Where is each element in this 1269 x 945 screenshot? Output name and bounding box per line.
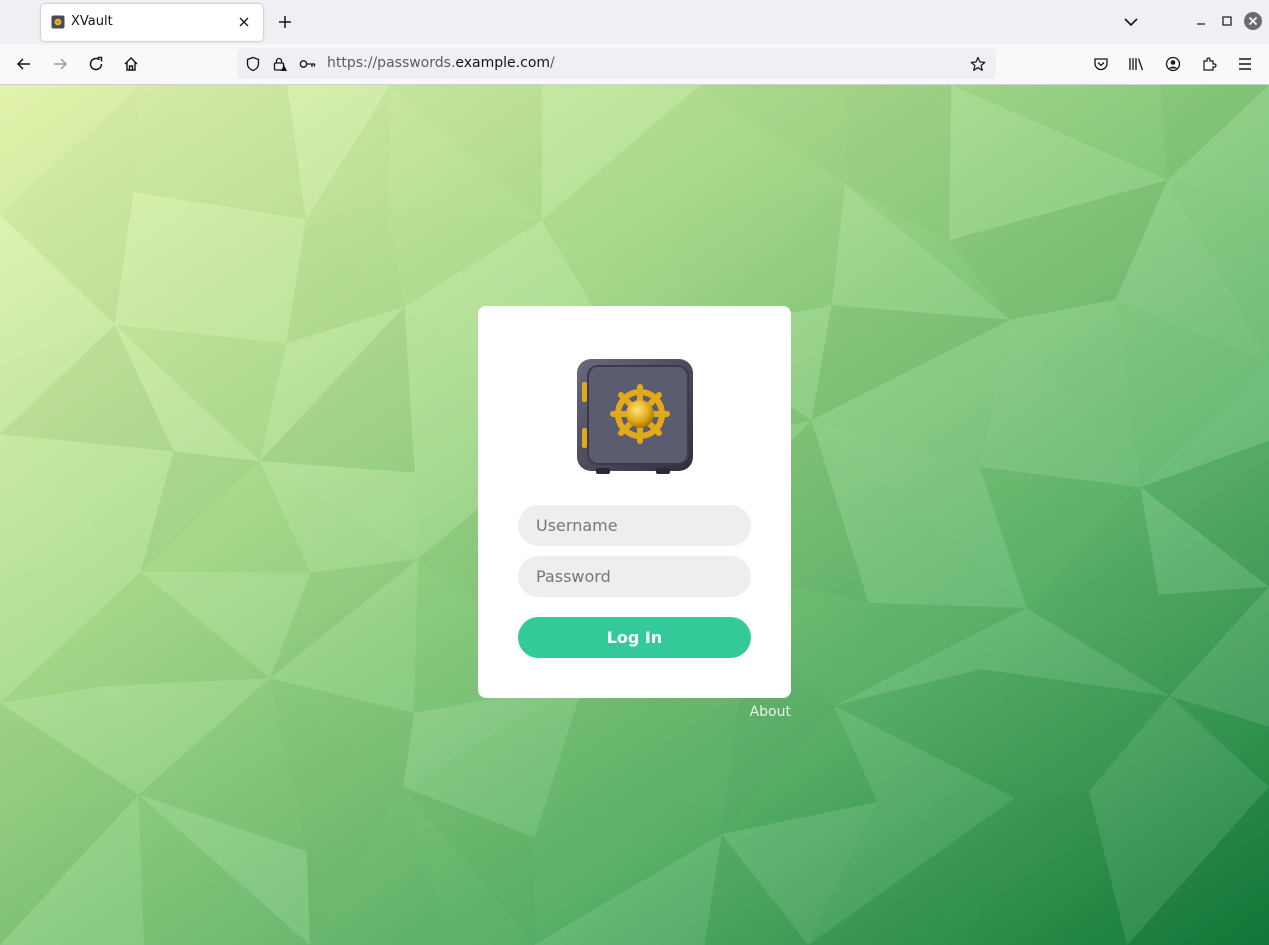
pocket-button[interactable] xyxy=(1087,50,1115,78)
shield-icon[interactable] xyxy=(244,55,262,73)
about-link[interactable]: About xyxy=(740,704,791,720)
star-icon xyxy=(970,56,986,71)
page-viewport: Log In About xyxy=(0,85,1269,945)
address-bar[interactable]: https://passwords.example.com/ xyxy=(237,48,996,79)
reload-icon xyxy=(89,56,103,71)
login-button[interactable]: Log In xyxy=(518,617,751,658)
url-domain: example.com xyxy=(455,55,551,71)
pocket-icon xyxy=(1094,58,1108,71)
minimize-icon xyxy=(1197,23,1205,25)
close-tab-icon[interactable] xyxy=(233,11,255,33)
home-button[interactable] xyxy=(117,50,145,78)
forward-button[interactable] xyxy=(46,50,74,78)
safe-favicon-icon xyxy=(51,15,65,29)
password-input[interactable] xyxy=(518,556,751,597)
extensions-icon xyxy=(1203,57,1217,71)
account-button[interactable] xyxy=(1159,50,1187,78)
close-window-icon xyxy=(1244,12,1262,30)
plus-icon xyxy=(279,16,291,28)
minimize-button[interactable] xyxy=(1190,10,1212,32)
account-icon xyxy=(1165,56,1181,72)
library-button[interactable] xyxy=(1123,50,1151,78)
maximize-icon xyxy=(1222,16,1232,26)
back-button[interactable] xyxy=(10,50,38,78)
tab-title: XVault xyxy=(71,14,113,29)
chevron-down-icon xyxy=(1124,18,1138,27)
list-all-tabs-button[interactable] xyxy=(1118,9,1144,35)
navigation-toolbar: https://passwords.example.com/ xyxy=(0,44,1269,85)
username-input[interactable] xyxy=(518,505,751,546)
back-icon xyxy=(16,58,30,70)
maximize-button[interactable] xyxy=(1216,10,1238,32)
extensions-button[interactable] xyxy=(1195,50,1223,78)
url-prefix: https://passwords. xyxy=(327,55,456,71)
library-icon xyxy=(1129,58,1144,71)
new-tab-button[interactable] xyxy=(272,9,298,35)
url-text[interactable]: https://passwords.example.com/ xyxy=(327,55,555,71)
key-icon[interactable] xyxy=(299,55,317,73)
tab-xvault[interactable]: XVault xyxy=(41,4,263,41)
url-suffix: / xyxy=(550,55,555,71)
bookmark-star-button[interactable] xyxy=(966,52,990,76)
safe-logo xyxy=(577,359,693,474)
close-window-button[interactable] xyxy=(1242,10,1264,32)
reload-button[interactable] xyxy=(82,50,110,78)
app-menu-button[interactable] xyxy=(1231,50,1259,78)
lock-warning-icon[interactable] xyxy=(271,55,289,73)
tab-strip: XVault xyxy=(0,0,1269,44)
forward-icon xyxy=(54,58,68,70)
menu-icon xyxy=(1239,58,1251,70)
home-icon xyxy=(124,57,138,71)
login-card: Log In xyxy=(478,306,791,698)
